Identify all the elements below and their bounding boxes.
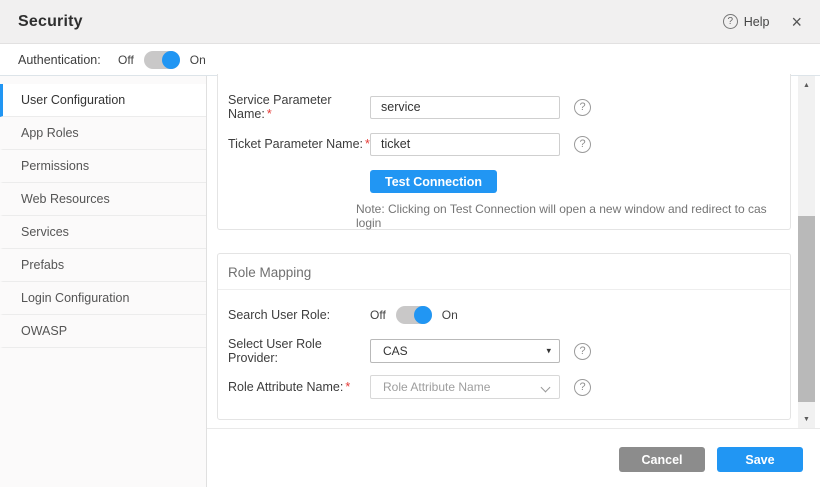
sidebar-item-web-resources[interactable]: Web Resources — [0, 183, 206, 216]
help-icon[interactable]: ? — [574, 343, 591, 360]
service-parameter-label: Service Parameter Name:* — [228, 93, 370, 121]
security-settings-window: Security ? Help × Authentication: Off On… — [0, 0, 820, 488]
required-asterisk: * — [267, 107, 272, 121]
settings-content: Service Parameter Name:* ? Ticket Parame… — [207, 76, 820, 487]
sidebar-item-app-roles[interactable]: App Roles — [0, 117, 206, 150]
authentication-toggle[interactable] — [144, 51, 180, 69]
service-parameter-row: Service Parameter Name:* ? — [228, 96, 790, 118]
ticket-parameter-row: Ticket Parameter Name:* ? — [228, 133, 790, 155]
scroll-down-icon[interactable]: ▼ — [798, 412, 815, 426]
divider — [218, 289, 790, 290]
service-parameter-input[interactable] — [370, 96, 560, 119]
help-icon[interactable]: ? — [574, 379, 591, 396]
ticket-parameter-input[interactable] — [370, 133, 560, 156]
toggle-knob — [162, 51, 180, 69]
user-role-provider-value: CAS — [383, 344, 408, 358]
close-icon[interactable]: × — [791, 13, 802, 31]
authentication-bar: Authentication: Off On — [0, 44, 820, 76]
window-header: Security ? Help × — [0, 0, 820, 44]
sidebar-item-permissions[interactable]: Permissions — [0, 150, 206, 183]
authentication-off-label: Off — [118, 53, 134, 67]
help-icon[interactable]: ? — [723, 14, 738, 29]
sidebar-item-services[interactable]: Services — [0, 216, 206, 249]
test-connection-button[interactable]: Test Connection — [370, 170, 497, 193]
search-user-role-toggle[interactable] — [396, 306, 432, 324]
user-role-provider-row: Select User Role Provider: CAS ▾ ? — [228, 340, 790, 362]
user-role-provider-label: Select User Role Provider: — [228, 337, 370, 365]
search-user-role-label: Search User Role: — [228, 308, 370, 322]
scroll-up-icon[interactable]: ▲ — [798, 78, 815, 92]
help-icon[interactable]: ? — [574, 99, 591, 116]
sidebar-item-user-configuration[interactable]: User Configuration — [0, 84, 206, 117]
role-mapping-title: Role Mapping — [218, 254, 790, 289]
role-attribute-combobox[interactable] — [370, 375, 560, 399]
ticket-parameter-label: Ticket Parameter Name:* — [228, 137, 370, 151]
search-user-role-on-label: On — [442, 308, 458, 322]
search-user-role-off-label: Off — [370, 308, 386, 322]
toggle-knob — [414, 306, 432, 324]
role-attribute-label: Role Attribute Name:* — [228, 380, 370, 394]
select-arrow-icon: ▾ — [546, 346, 551, 357]
save-button[interactable]: Save — [717, 447, 803, 472]
footer-divider — [207, 428, 820, 429]
authentication-on-label: On — [190, 53, 206, 67]
test-connection-note: Note: Clicking on Test Connection will o… — [356, 202, 790, 230]
role-attribute-input[interactable] — [383, 380, 533, 394]
footer-actions: Cancel Save — [619, 447, 803, 472]
required-asterisk: * — [345, 380, 350, 394]
user-role-provider-select[interactable]: CAS ▾ — [370, 339, 560, 363]
role-mapping-panel: Role Mapping Search User Role: Off On Se… — [217, 253, 791, 420]
help-icon[interactable]: ? — [574, 136, 591, 153]
cancel-button[interactable]: Cancel — [619, 447, 705, 472]
authentication-label: Authentication: — [18, 53, 118, 67]
help-link[interactable]: Help — [744, 15, 770, 29]
sidebar-item-owasp[interactable]: OWASP — [0, 315, 206, 348]
scrollbar-thumb[interactable] — [798, 216, 815, 402]
settings-sidebar: User Configuration App Roles Permissions… — [0, 76, 207, 487]
chevron-down-icon — [541, 383, 551, 393]
cas-parameters-panel: Service Parameter Name:* ? Ticket Parame… — [217, 74, 791, 230]
role-attribute-row: Role Attribute Name:* ? — [228, 376, 790, 398]
search-user-role-row: Search User Role: Off On — [228, 304, 790, 326]
sidebar-item-prefabs[interactable]: Prefabs — [0, 249, 206, 282]
sidebar-item-login-configuration[interactable]: Login Configuration — [0, 282, 206, 315]
page-title: Security — [18, 13, 83, 31]
vertical-scrollbar[interactable]: ▲ ▼ — [798, 76, 815, 428]
